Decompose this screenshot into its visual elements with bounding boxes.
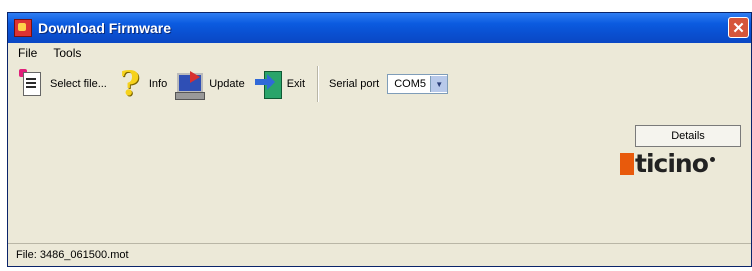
select-file-label: Select file... (50, 78, 107, 90)
question-mark-icon: ? (119, 64, 140, 104)
select-file-button[interactable]: Select file... (16, 69, 107, 99)
info-label: Info (148, 78, 168, 90)
logo-text: ticino (635, 149, 709, 178)
title-bar[interactable]: Download Firmware ✕ (8, 13, 751, 43)
serial-port-select[interactable]: COM5 ▼ (387, 74, 449, 94)
computer-update-icon (175, 69, 206, 100)
exit-label: Exit (286, 78, 306, 90)
open-file-icon (16, 69, 46, 99)
logo-b-mark (620, 153, 634, 175)
window-title: Download Firmware (38, 20, 172, 36)
info-button[interactable]: ? Info (115, 64, 168, 104)
serial-port-value: COM5 (394, 78, 426, 90)
menu-tools[interactable]: Tools (53, 46, 81, 60)
serial-port-group: Serial port COM5 ▼ (329, 74, 449, 94)
update-label: Update (209, 78, 245, 90)
menu-file[interactable]: File (18, 46, 37, 60)
serial-port-label: Serial port (329, 78, 380, 90)
exit-button[interactable]: Exit (253, 69, 305, 99)
download-firmware-window: Download Firmware ✕ File Tools Select fi… (7, 12, 752, 267)
exit-door-icon (253, 69, 283, 99)
toolbar-separator (317, 66, 320, 102)
close-button[interactable]: ✕ (728, 17, 749, 38)
update-button[interactable]: Update (175, 69, 245, 100)
toolbar: Select file... ? Info Update Exit Serial… (8, 63, 751, 105)
bticino-logo: ticino (620, 149, 715, 178)
status-text: File: 3486_061500.mot (16, 249, 129, 261)
chevron-down-icon[interactable]: ▼ (430, 76, 448, 92)
menu-bar: File Tools (8, 43, 751, 63)
status-bar: File: 3486_061500.mot (8, 243, 751, 266)
logo-dot (709, 156, 715, 162)
app-icon (14, 19, 32, 37)
details-button[interactable]: Details (635, 125, 741, 147)
